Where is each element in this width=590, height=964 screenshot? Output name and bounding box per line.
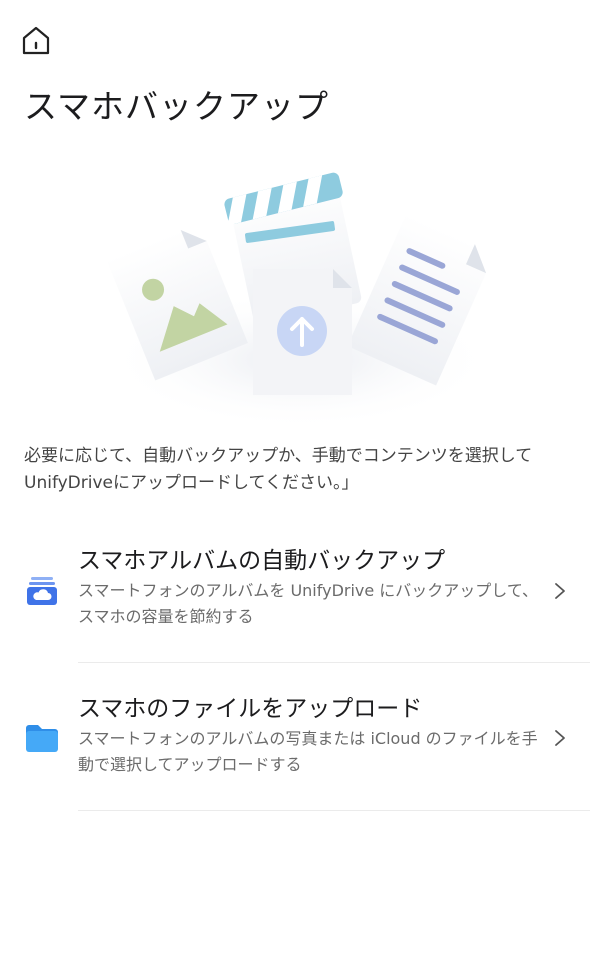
upload-card: [253, 269, 352, 395]
home-button[interactable]: [18, 22, 54, 58]
option-description: スマートフォンのアルバムの写真または iCloud のファイルを手動で選択してア…: [78, 729, 538, 774]
home-icon: [22, 26, 50, 55]
auto-backup-option[interactable]: スマホアルバムの自動バックアップ スマートフォンのアルバムを UnifyDriv…: [0, 515, 590, 663]
divider: [78, 810, 590, 811]
upload-files-option[interactable]: スマホのファイルをアップロード スマートフォンのアルバムの写真または iClou…: [0, 663, 590, 811]
chevron-right-icon: [555, 583, 565, 599]
description-text: 必要に応じて、自動バックアップか、手動でコンテンツを選択して UnifyDriv…: [24, 446, 533, 493]
option-description: スマートフォンのアルバムを UnifyDrive にバックアップして、スマホの容…: [78, 581, 539, 626]
hero-illustration: [95, 155, 495, 430]
cloud-album-icon: [27, 577, 57, 605]
option-title: スマホのファイルをアップロード: [78, 696, 423, 722]
page-title: スマホバックアップ: [24, 87, 330, 126]
option-title: スマホアルバムの自動バックアップ: [78, 548, 446, 574]
folder-icon: [26, 725, 58, 752]
chevron-right-icon: [555, 730, 565, 746]
